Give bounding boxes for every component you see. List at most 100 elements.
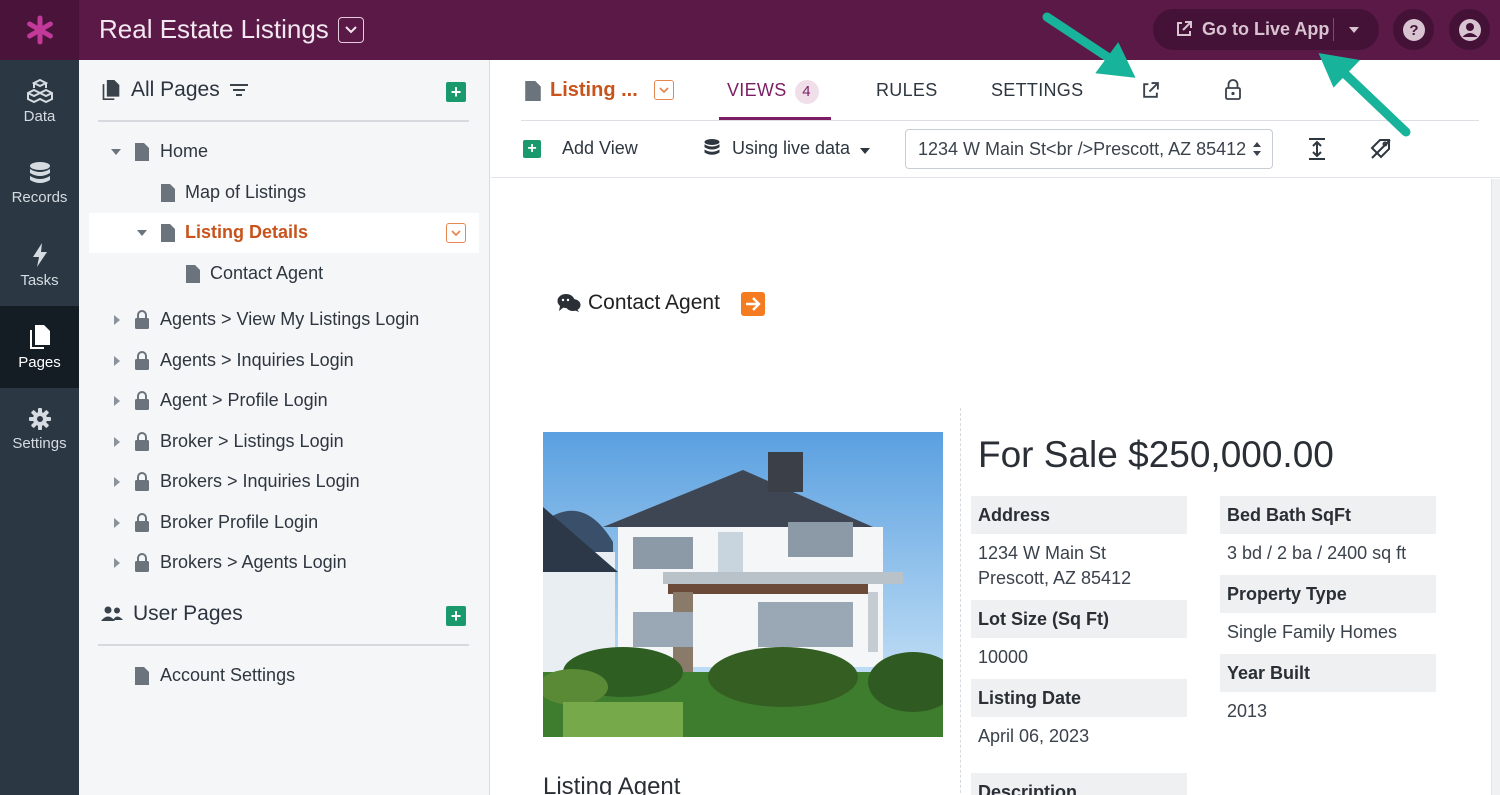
- tree-item-locked[interactable]: Broker Profile Login: [89, 503, 479, 543]
- open-live-page-icon[interactable]: [1141, 81, 1160, 100]
- pages-icon: [29, 324, 50, 349]
- user-pages-header[interactable]: User Pages: [101, 602, 243, 626]
- page-editor: Listing ... VIEWS 4 RULES SETTINGS + Add …: [491, 60, 1500, 795]
- filter-icon[interactable]: [229, 83, 248, 97]
- tree-item-locked[interactable]: Agents > Inquiries Login: [89, 341, 479, 381]
- tree-item-locked[interactable]: Agents > View My Listings Login: [89, 300, 479, 340]
- external-link-icon: [1177, 21, 1192, 36]
- unlock-icon[interactable]: [1225, 79, 1241, 100]
- nav-item-data[interactable]: Data: [0, 60, 79, 142]
- data-mode-dropdown[interactable]: Using live data: [732, 138, 850, 159]
- go-to-live-app-button[interactable]: Go to Live App: [1153, 9, 1379, 50]
- tree-item-map-of-listings[interactable]: Map of Listings: [89, 173, 479, 213]
- add-user-page-button[interactable]: +: [446, 606, 466, 626]
- all-pages-header[interactable]: All Pages: [101, 78, 248, 102]
- top-bar: Real Estate Listings Go to Live App ?: [0, 0, 1500, 60]
- user-account-icon: [1458, 18, 1481, 41]
- contact-agent-arrow-button[interactable]: [741, 292, 765, 316]
- collapse-arrow-icon[interactable]: [137, 230, 147, 236]
- expand-arrow-icon[interactable]: [114, 356, 120, 366]
- app-logo[interactable]: [0, 0, 79, 60]
- add-view-button[interactable]: Add View: [562, 138, 638, 159]
- tree-item-locked[interactable]: Brokers > Agents Login: [89, 543, 479, 583]
- chevron-down-icon: [345, 26, 357, 34]
- contact-agent-link[interactable]: Contact Agent: [557, 291, 720, 315]
- expand-arrow-icon[interactable]: [114, 518, 120, 528]
- views-count-badge: 4: [794, 80, 819, 104]
- tab-settings[interactable]: SETTINGS: [991, 80, 1083, 101]
- tree-item-account-settings[interactable]: Account Settings: [89, 656, 479, 696]
- field-value-address: 1234 W Main St Prescott, AZ 85412: [978, 543, 1132, 588]
- nav-item-settings[interactable]: Settings: [0, 388, 79, 470]
- tree-item-home[interactable]: Home: [89, 132, 479, 172]
- nav-label: Pages: [18, 353, 61, 371]
- listing-price: For Sale $250,000.00: [978, 434, 1334, 475]
- lock-icon: [135, 391, 149, 410]
- database-icon: [29, 161, 50, 183]
- live-app-options-caret-icon[interactable]: [1349, 27, 1359, 33]
- tree-item-label: Home: [160, 141, 209, 161]
- tab-rules[interactable]: RULES: [876, 80, 938, 101]
- user-pages-title: User Pages: [133, 602, 243, 625]
- tree-item-label: Broker > Listings Login: [160, 431, 344, 451]
- nav-label: Tasks: [20, 271, 59, 289]
- page-icon: [135, 143, 149, 161]
- nav-label: Data: [23, 107, 56, 125]
- column-divider: [960, 408, 961, 795]
- account-button[interactable]: [1449, 9, 1490, 50]
- tree-item-locked[interactable]: Broker > Listings Login: [89, 422, 479, 462]
- tree-item-label: Agent > Profile Login: [160, 390, 328, 410]
- nav-item-pages[interactable]: Pages: [0, 306, 79, 388]
- database-icon: [704, 139, 720, 155]
- help-button[interactable]: ?: [1393, 9, 1434, 50]
- expand-arrow-icon[interactable]: [114, 437, 120, 447]
- field-value-year-built: 2013: [1227, 701, 1268, 721]
- lock-icon: [135, 310, 149, 329]
- listing-agent-heading: Listing Agent: [543, 773, 681, 795]
- expand-arrow-icon[interactable]: [114, 477, 120, 487]
- tree-item-locked[interactable]: Brokers > Inquiries Login: [89, 462, 479, 502]
- preview-scrollbar[interactable]: [1491, 179, 1500, 795]
- lock-icon: [135, 553, 149, 572]
- tree-item-listing-details[interactable]: Listing Details: [89, 213, 479, 253]
- data-mode-caret-icon[interactable]: [860, 148, 870, 154]
- nav-item-tasks[interactable]: Tasks: [0, 224, 79, 306]
- lock-icon: [135, 351, 149, 370]
- nav-label: Records: [11, 188, 68, 206]
- lock-icon: [135, 513, 149, 532]
- chevron-down-icon: [451, 229, 461, 236]
- tab-views[interactable]: VIEWS 4: [727, 80, 819, 104]
- app-title: Real Estate Listings: [99, 14, 329, 44]
- arrow-right-icon: [746, 297, 761, 311]
- contact-agent-label: Contact Agent: [588, 291, 720, 314]
- app-switcher-dropdown[interactable]: [338, 17, 364, 43]
- tree-item-locked[interactable]: Agent > Profile Login: [89, 381, 479, 421]
- current-page-name[interactable]: Listing ...: [550, 79, 638, 102]
- add-view-plus-icon[interactable]: +: [523, 140, 541, 158]
- bolt-icon: [32, 242, 47, 267]
- tab-views-label: VIEWS: [727, 80, 787, 100]
- record-select[interactable]: 1234 W Main St<br />Prescott, AZ 85412: [905, 129, 1273, 169]
- expand-vertical-icon[interactable]: [1308, 138, 1326, 160]
- field-label-property-type: Property Type: [1220, 575, 1436, 613]
- hide-design-icon[interactable]: [1370, 138, 1392, 160]
- collapse-arrow-icon[interactable]: [111, 149, 121, 155]
- add-page-button[interactable]: +: [446, 82, 466, 102]
- tree-item-label: Broker Profile Login: [160, 512, 319, 532]
- page-name-dropdown[interactable]: [654, 80, 674, 100]
- field-value-property-type: Single Family Homes: [1227, 622, 1398, 642]
- expand-arrow-icon[interactable]: [114, 396, 120, 406]
- expand-arrow-icon[interactable]: [114, 315, 120, 325]
- all-pages-title: All Pages: [131, 78, 220, 101]
- expand-arrow-icon[interactable]: [114, 558, 120, 568]
- help-icon: ?: [1402, 18, 1425, 41]
- divider: [98, 120, 469, 122]
- page-options-dropdown[interactable]: [446, 223, 466, 243]
- pages-sidebar: All Pages + Home Map of Listings Listing…: [79, 60, 490, 795]
- field-label-listing-date: Listing Date: [971, 679, 1187, 717]
- tree-item-label: Brokers > Agents Login: [160, 552, 347, 572]
- tree-item-contact-agent[interactable]: Contact Agent: [89, 254, 479, 294]
- nav-item-records[interactable]: Records: [0, 142, 79, 224]
- field-label-bed-bath-sqft: Bed Bath SqFt: [1220, 496, 1436, 534]
- field-label-description: Description: [971, 773, 1187, 795]
